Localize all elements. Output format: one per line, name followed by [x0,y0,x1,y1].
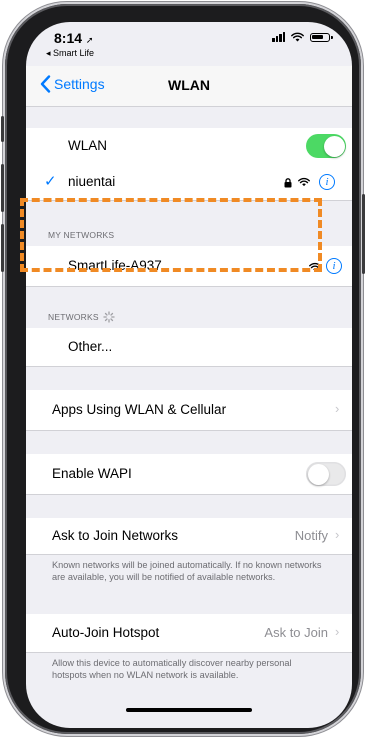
lock-icon [284,178,292,188]
auto-join-hotspot-value: Ask to Join [264,625,328,640]
chevron-right-icon: › [335,527,340,542]
auto-join-hotspot-footer: Allow this device to automatically disco… [52,658,292,680]
status-bar: 8:14 ➚ ◂ Smart Life [26,22,352,66]
wlan-row: WLAN [26,128,352,164]
info-icon[interactable]: i [326,258,342,274]
status-time: 8:14 ➚ [54,30,94,46]
connected-network-name: niuentai [68,174,116,189]
apps-using-wlan-row[interactable]: Apps Using WLAN & Cellular › [26,390,352,430]
networks-header: NETWORKS [48,311,115,323]
loading-spinner-icon [103,311,115,323]
divider [26,554,352,555]
page-title: WLAN [168,77,210,93]
checkmark-icon: ✓ [44,173,57,190]
chevron-right-icon: › [335,401,340,416]
enable-wapi-label: Enable WAPI [52,466,132,481]
wapi-toggle[interactable] [306,462,346,486]
other-label: Other... [68,339,113,354]
divider [26,494,352,495]
toggle-knob [307,463,329,485]
apps-using-wlan-label: Apps Using WLAN & Cellular [52,402,227,417]
volume-up-button [1,164,4,212]
chevron-right-icon: › [335,624,340,639]
networks-header-label: NETWORKS [48,312,99,322]
auto-join-hotspot-label: Auto-Join Hotspot [52,625,160,640]
status-icons [272,32,333,42]
ask-to-join-row[interactable]: Ask to Join Networks Notify › [26,518,352,554]
connected-network-row[interactable]: ✓ niuentai i [26,164,352,200]
enable-wapi-row: Enable WAPI [26,454,352,494]
ask-to-join-footer: Known networks will be joined automatica… [52,560,322,582]
auto-join-hotspot-row[interactable]: Auto-Join Hotspot Ask to Join › [26,614,352,652]
cellular-signal-icon [272,32,285,42]
highlight-box [20,198,322,272]
toggle-knob [323,135,345,157]
ask-to-join-value: Notify [294,528,328,543]
other-network-row[interactable]: Other... [26,328,352,366]
divider [26,286,352,287]
divider [26,652,352,653]
battery-icon [310,32,333,42]
info-icon[interactable]: i [319,174,335,190]
mute-switch [1,116,4,142]
wlan-toggle[interactable] [306,134,346,158]
volume-down-button [1,224,4,272]
wifi-signal-icon [298,177,310,187]
wlan-label: WLAN [68,138,108,153]
back-to-app-link[interactable]: ◂ Smart Life [46,48,94,59]
navigation-bar: Settings WLAN [26,66,352,107]
home-indicator [126,708,252,712]
screen: 8:14 ➚ ◂ Smart Life Settings WLAN WLAN ✓… [26,22,352,728]
ask-to-join-label: Ask to Join Networks [52,528,179,543]
location-arrow-icon: ➚ [85,35,94,45]
divider [26,430,352,431]
phone-frame: 8:14 ➚ ◂ Smart Life Settings WLAN WLAN ✓… [1,4,365,734]
power-button [362,194,365,274]
divider [26,366,352,367]
wifi-status-icon [291,32,304,42]
